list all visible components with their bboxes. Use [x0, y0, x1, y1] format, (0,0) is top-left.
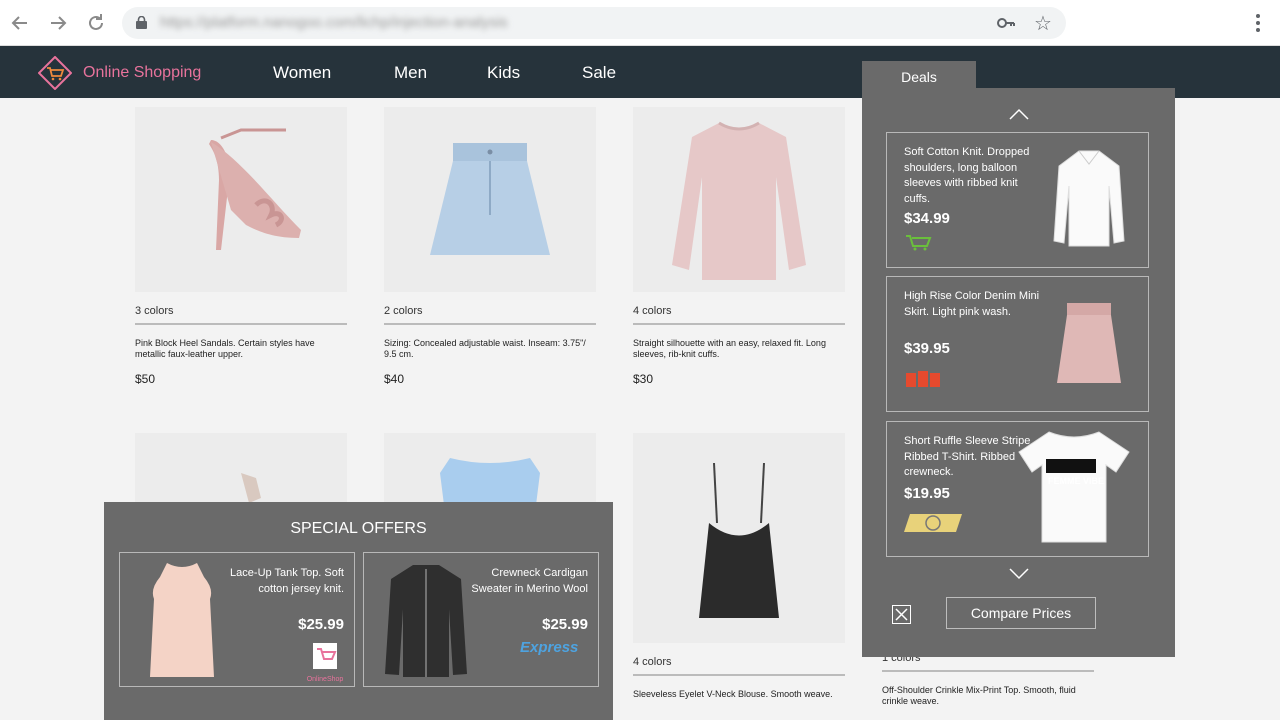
product-image-denim-skirt[interactable]	[384, 107, 596, 292]
product-image-pink-denim-skirt	[1044, 287, 1134, 397]
nav-kids[interactable]: Kids	[487, 63, 520, 83]
chevron-down-icon[interactable]	[1009, 568, 1029, 580]
product-image-partial[interactable]	[135, 433, 347, 513]
deal-price: $19.95	[904, 485, 950, 502]
browser-toolbar: https://platform.nanogoo.com/lichp/injec…	[0, 0, 1280, 46]
deal-item[interactable]: Short Ruffle Sleeve Stripe Ribbed T-Shir…	[886, 421, 1149, 557]
product-description: Straight silhouette with an easy, relaxe…	[633, 338, 826, 359]
product-description: Off-Shoulder Crinkle Mix-Print Top. Smoo…	[882, 685, 1076, 706]
product-image-blue-top[interactable]	[384, 433, 596, 513]
deal-price: $34.99	[904, 210, 950, 227]
compare-prices-button[interactable]: Compare Prices	[946, 597, 1096, 629]
chevron-up-icon[interactable]	[1009, 108, 1029, 120]
nav-women[interactable]: Women	[273, 63, 331, 83]
product-image-black-cami[interactable]	[633, 433, 845, 643]
shopping-bags-icon	[904, 367, 942, 394]
product-card[interactable]	[135, 433, 347, 513]
product-colors: 3 colors	[135, 305, 347, 325]
key-icon[interactable]	[996, 13, 1016, 38]
product-image-white-shirt	[1044, 143, 1134, 253]
product-description: Pink Block Heel Sandals. Certain styles …	[135, 338, 315, 359]
tshirt-print: FEMME VIBE	[1048, 476, 1105, 486]
product-card[interactable]	[384, 433, 596, 513]
menu-dots-icon[interactable]	[1248, 11, 1268, 35]
offer-item[interactable]: Lace-Up Tank Top. Soft cotton jersey kni…	[119, 552, 355, 687]
deal-item[interactable]: High Rise Color Denim Mini Skirt. Light …	[886, 276, 1149, 412]
product-description: Sleeveless Eyelet V-Neck Blouse. Smooth …	[633, 689, 833, 699]
online-shop-cart-icon: OnlineShop	[305, 641, 345, 683]
url-text: https://platform.nanogoo.com/lichp/injec…	[160, 14, 508, 31]
deal-badge-icon	[904, 512, 962, 539]
offer-price: $25.99	[298, 616, 344, 633]
product-colors: 4 colors	[633, 656, 845, 676]
deal-item[interactable]: Soft Cotton Knit. Dropped shoulders, lon…	[886, 132, 1149, 268]
offer-price: $25.99	[542, 616, 588, 633]
product-card[interactable]: 4 colors Straight silhouette with an eas…	[633, 107, 845, 386]
nav-sale[interactable]: Sale	[582, 63, 616, 83]
offer-description: Lace-Up Tank Top. Soft cotton jersey kni…	[230, 567, 344, 595]
brand-name[interactable]: Online Shopping	[83, 64, 201, 82]
express-label: Express	[520, 639, 579, 656]
reload-icon[interactable]	[84, 11, 108, 35]
product-image-white-tshirt: FEMME VIBE	[1014, 431, 1134, 543]
shopping-cart-logo-icon[interactable]	[38, 56, 72, 90]
deals-panel: Soft Cotton Knit. Dropped shoulders, lon…	[862, 88, 1175, 657]
address-bar[interactable]: https://platform.nanogoo.com/lichp/injec…	[122, 7, 1066, 39]
product-price: $40	[384, 372, 405, 386]
product-card[interactable]: 2 colors Sizing: Concealed adjustable wa…	[384, 107, 596, 386]
product-image-sandal[interactable]	[135, 107, 347, 292]
online-shop-label: OnlineShop	[306, 676, 344, 683]
product-colors: 4 colors	[633, 305, 845, 325]
product-price: $30	[633, 372, 654, 386]
close-icon[interactable]	[892, 605, 911, 624]
special-offers-title: SPECIAL OFFERS	[290, 520, 427, 537]
deal-description: High Rise Color Denim Mini Skirt. Light …	[904, 290, 1040, 318]
back-arrow-icon[interactable]	[8, 11, 32, 35]
deal-price: $39.95	[904, 340, 950, 357]
deal-description: Soft Cotton Knit. Dropped shoulders, lon…	[904, 146, 1030, 205]
product-card[interactable]: 4 colors Sleeveless Eyelet V-Neck Blouse…	[633, 433, 845, 700]
nav-men[interactable]: Men	[394, 63, 427, 83]
offer-description: Crewneck Cardigan Sweater in Merino Wool	[471, 567, 588, 595]
lock-icon	[136, 16, 147, 29]
product-colors: 2 colors	[384, 305, 596, 325]
special-offers-panel: SPECIAL OFFERS Lace-Up Tank Top. Soft co…	[104, 502, 613, 720]
product-price: $50	[135, 372, 156, 386]
product-card[interactable]: 3 colors Pink Block Heel Sandals. Certai…	[135, 107, 347, 386]
tab-deals[interactable]: Deals	[862, 61, 976, 91]
fast-shop-cart-icon	[904, 233, 934, 260]
star-icon[interactable]: ☆	[1034, 11, 1052, 36]
offer-item[interactable]: Crewneck Cardigan Sweater in Merino Wool…	[363, 552, 599, 687]
product-description: Sizing: Concealed adjustable waist. Inse…	[384, 338, 586, 359]
forward-arrow-icon[interactable]	[46, 11, 70, 35]
product-image-pink-sweater[interactable]	[633, 107, 845, 292]
